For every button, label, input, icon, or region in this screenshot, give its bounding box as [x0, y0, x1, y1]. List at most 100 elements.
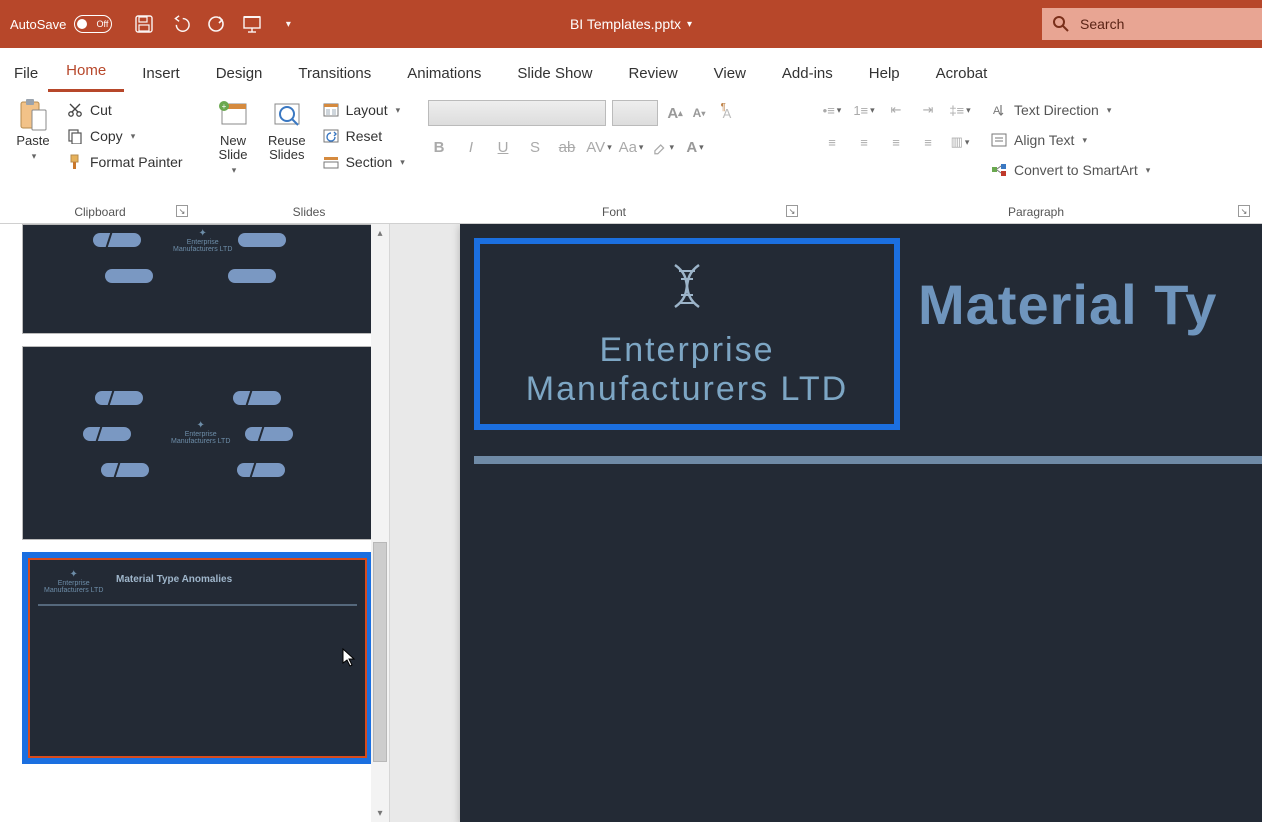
bullets-button[interactable]: •≡▾ [820, 100, 844, 120]
present-icon[interactable] [242, 14, 262, 34]
text-direction-button[interactable]: A Text Direction▾ [986, 98, 1154, 122]
slide-thumbnail-selected[interactable]: ✦Enterprise Manufacturers LTD Material T… [22, 552, 373, 764]
chevron-down-icon: ▾ [687, 19, 692, 30]
tab-insert[interactable]: Insert [124, 55, 198, 92]
align-text-button[interactable]: Align Text▾ [986, 128, 1154, 152]
scissors-icon [66, 101, 84, 119]
scroll-down-icon[interactable]: ▾ [371, 804, 389, 822]
svg-text:+: + [222, 102, 227, 111]
chevron-down-icon: ▾ [396, 105, 401, 116]
group-label-clipboard: Clipboard ↘ [10, 201, 190, 221]
format-painter-button[interactable]: Format Painter [62, 150, 187, 174]
bold-button[interactable]: B [428, 136, 450, 158]
dna-icon [655, 259, 719, 323]
reuse-slides-button[interactable]: Reuse Slides [262, 96, 312, 165]
cut-button[interactable]: Cut [62, 98, 187, 122]
font-color-button[interactable]: A▾ [684, 136, 706, 158]
numbering-button[interactable]: 1≡▾ [852, 100, 876, 120]
align-center-button[interactable]: ≡ [852, 132, 876, 152]
slide-divider [474, 456, 1262, 464]
dialog-launcher-icon[interactable]: ↘ [786, 205, 798, 217]
scroll-up-icon[interactable]: ▴ [371, 224, 389, 242]
slide-thumbnail[interactable]: ✦Enterprise Manufacturers LTD [22, 224, 373, 334]
scroll-handle[interactable] [373, 542, 387, 762]
autosave-switch[interactable]: Off [74, 15, 112, 33]
slide-canvas[interactable]: Enterprise Manufacturers LTD Material Ty [460, 224, 1262, 822]
logo-object-selected[interactable]: Enterprise Manufacturers LTD [474, 238, 900, 430]
quick-access-toolbar: ▾ [122, 14, 310, 34]
titlebar: AutoSave Off ▾ BI Templates.pptx▾ Search [0, 0, 1262, 48]
document-title[interactable]: BI Templates.pptx▾ [570, 16, 692, 32]
tab-help[interactable]: Help [851, 55, 918, 92]
tab-view[interactable]: View [696, 55, 764, 92]
paste-button[interactable]: Paste▾ [10, 96, 56, 165]
cursor-icon [342, 648, 356, 668]
tab-transitions[interactable]: Transitions [280, 55, 389, 92]
tab-design[interactable]: Design [198, 55, 281, 92]
shrink-font-button[interactable]: A▾ [688, 102, 710, 124]
char-spacing-button[interactable]: AV▾ [588, 136, 610, 158]
tab-acrobat[interactable]: Acrobat [918, 55, 1006, 92]
convert-smartart-button[interactable]: Convert to SmartArt▾ [986, 158, 1154, 182]
strikethrough-button[interactable]: ab [556, 136, 578, 158]
tab-addins[interactable]: Add-ins [764, 55, 851, 92]
font-name-combo[interactable] [428, 100, 606, 126]
text-direction-icon: A [990, 101, 1008, 119]
workspace: ✦Enterprise Manufacturers LTD ✦Enterpris… [0, 224, 1262, 822]
new-slide-button[interactable]: + New Slide ▾ [210, 96, 256, 178]
layout-icon [322, 101, 340, 119]
tab-home[interactable]: Home [48, 52, 124, 92]
undo-icon[interactable] [170, 14, 190, 34]
smartart-icon [990, 161, 1008, 179]
columns-button[interactable]: ▥▾ [948, 132, 972, 152]
tab-animations[interactable]: Animations [389, 55, 499, 92]
clear-formatting-button[interactable]: A¶ [716, 102, 738, 124]
group-font: A▴ A▾ A¶ B I U S ab AV▾ Aa▾ ▾ A▾ Font ↘ [418, 92, 810, 223]
group-label-font: Font ↘ [428, 201, 800, 221]
justify-button[interactable]: ≡ [916, 132, 940, 152]
ribbon-tabs: File Home Insert Design Transitions Anim… [0, 48, 1262, 92]
grow-font-button[interactable]: A▴ [664, 102, 686, 124]
slide-title[interactable]: Material Ty [918, 272, 1217, 337]
tab-file[interactable]: File [8, 55, 48, 92]
tab-review[interactable]: Review [610, 55, 695, 92]
company-line2: Manufacturers LTD [526, 370, 848, 409]
search-icon [1052, 15, 1070, 33]
layout-button[interactable]: Layout▾ [318, 98, 409, 122]
highlight-button[interactable]: ▾ [652, 136, 674, 158]
align-text-icon [990, 131, 1008, 149]
slide-thumbnail[interactable]: ✦Enterprise Manufacturers LTD [22, 346, 373, 540]
shadow-button[interactable]: S [524, 136, 546, 158]
autosave-toggle[interactable]: AutoSave Off [0, 15, 122, 33]
company-line1: Enterprise [600, 331, 775, 370]
dialog-launcher-icon[interactable]: ↘ [1238, 205, 1250, 217]
decrease-indent-button[interactable]: ⇤ [884, 100, 908, 120]
increase-indent-button[interactable]: ⇥ [916, 100, 940, 120]
line-spacing-button[interactable]: ‡≡▾ [948, 100, 972, 120]
search-placeholder: Search [1080, 16, 1124, 32]
redo-icon[interactable] [206, 14, 226, 34]
font-size-combo[interactable] [612, 100, 658, 126]
dialog-launcher-icon[interactable]: ↘ [176, 205, 188, 217]
search-box[interactable]: Search [1042, 8, 1262, 40]
group-paragraph: •≡▾ 1≡▾ ⇤ ⇥ ‡≡▾ ≡ ≡ ≡ ≡ ▥▾ A Text Direct [810, 92, 1262, 223]
save-icon[interactable] [134, 14, 154, 34]
chevron-down-icon: ▾ [232, 165, 237, 176]
copy-button[interactable]: Copy ▾ [62, 124, 187, 148]
reset-button[interactable]: Reset [318, 124, 409, 148]
autosave-label: AutoSave [10, 17, 66, 32]
change-case-button[interactable]: Aa▾ [620, 136, 642, 158]
tab-slideshow[interactable]: Slide Show [499, 55, 610, 92]
group-label-slides: Slides [210, 201, 408, 221]
italic-button[interactable]: I [460, 136, 482, 158]
group-label-paragraph: Paragraph ↘ [820, 201, 1252, 221]
underline-button[interactable]: U [492, 136, 514, 158]
thumbnail-scrollbar[interactable]: ▴ ▾ [371, 224, 389, 822]
qat-more-icon[interactable]: ▾ [278, 14, 298, 34]
scroll-track[interactable] [371, 242, 389, 804]
reuse-slides-icon [270, 98, 304, 132]
align-right-button[interactable]: ≡ [884, 132, 908, 152]
ribbon: Paste▾ Cut Copy ▾ Format Painter Cli [0, 92, 1262, 224]
section-button[interactable]: Section▾ [318, 150, 409, 174]
align-left-button[interactable]: ≡ [820, 132, 844, 152]
